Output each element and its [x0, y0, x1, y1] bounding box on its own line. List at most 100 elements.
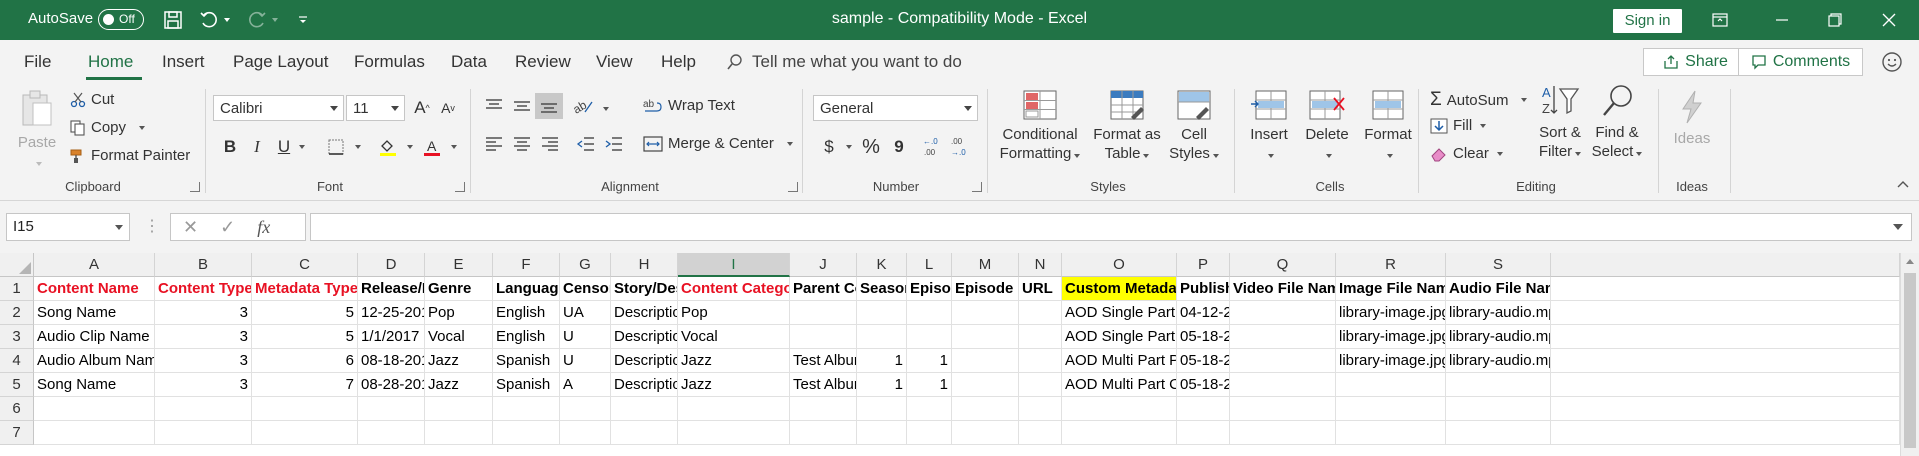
share-button[interactable]: Share: [1643, 48, 1748, 76]
table-cell[interactable]: [952, 325, 1019, 349]
autosave-toggle[interactable]: Off: [98, 9, 144, 30]
column-title-cell[interactable]: Content Category: [678, 277, 790, 301]
table-cell[interactable]: AOD Multi Part Child: [1062, 373, 1177, 397]
cut-button[interactable]: Cut: [70, 91, 114, 108]
table-cell[interactable]: [1230, 373, 1336, 397]
column-title-cell[interactable]: Publish: [1177, 277, 1230, 301]
table-cell[interactable]: 04-12-2019 10:20:03: [1177, 301, 1230, 325]
table-cell[interactable]: [1336, 421, 1446, 445]
orientation-icon[interactable]: ab: [572, 97, 598, 115]
table-cell[interactable]: [952, 421, 1019, 445]
table-cell[interactable]: 6: [252, 349, 358, 373]
table-cell[interactable]: [493, 397, 560, 421]
undo-dropdown-icon[interactable]: [218, 7, 232, 33]
font-launcher-icon[interactable]: [455, 182, 465, 192]
empty-cell[interactable]: [1551, 421, 1900, 445]
table-cell[interactable]: [678, 421, 790, 445]
table-cell[interactable]: library-image.jpg: [1336, 301, 1446, 325]
empty-cell[interactable]: [1551, 373, 1900, 397]
save-icon[interactable]: [160, 7, 186, 33]
number-format-combo[interactable]: General: [813, 95, 978, 121]
table-cell[interactable]: [1336, 397, 1446, 421]
table-cell[interactable]: [560, 421, 611, 445]
table-cell[interactable]: [1177, 397, 1230, 421]
collapse-ribbon-icon[interactable]: [1896, 179, 1910, 189]
table-cell[interactable]: [1062, 397, 1177, 421]
column-header-r[interactable]: R: [1336, 253, 1446, 277]
table-cell[interactable]: library-audio.mp3: [1446, 325, 1551, 349]
column-header-c[interactable]: C: [252, 253, 358, 277]
align-left-icon[interactable]: [484, 135, 504, 153]
table-cell[interactable]: [790, 301, 857, 325]
orientation-dropdown-icon[interactable]: [603, 107, 609, 111]
column-header-m[interactable]: M: [952, 253, 1019, 277]
column-title-cell[interactable]: Video File Name: [1230, 277, 1336, 301]
table-cell[interactable]: Spanish: [493, 349, 560, 373]
underline-dropdown-icon[interactable]: [299, 145, 305, 149]
table-cell[interactable]: [1446, 373, 1551, 397]
table-cell[interactable]: [857, 397, 907, 421]
formula-bar-grip-icon[interactable]: ⋮: [144, 216, 160, 236]
row-header-3[interactable]: 3: [0, 325, 34, 349]
column-header-a[interactable]: A: [34, 253, 155, 277]
tab-review[interactable]: Review: [515, 52, 571, 72]
table-cell[interactable]: 1: [857, 349, 907, 373]
column-title-cell[interactable]: Episod: [907, 277, 952, 301]
empty-cell[interactable]: [1551, 349, 1900, 373]
column-header-s[interactable]: S: [1446, 253, 1551, 277]
table-cell[interactable]: [857, 325, 907, 349]
underline-button[interactable]: U: [272, 135, 296, 159]
tab-file[interactable]: File: [24, 52, 51, 72]
autosum-button[interactable]: Σ AutoSum: [1430, 89, 1528, 111]
table-cell[interactable]: [34, 421, 155, 445]
table-cell[interactable]: [907, 325, 952, 349]
table-cell[interactable]: [1177, 421, 1230, 445]
table-cell[interactable]: Test Album: [790, 373, 857, 397]
confirm-entry-icon[interactable]: ✓: [220, 217, 235, 238]
column-header-j[interactable]: J: [790, 253, 857, 277]
increase-decimal-icon[interactable]: ←.0.00: [922, 135, 946, 159]
table-cell[interactable]: [252, 421, 358, 445]
increase-indent-icon[interactable]: [604, 135, 624, 153]
column-title-cell[interactable]: Story/Desc: [611, 277, 678, 301]
redo-dropdown-icon[interactable]: [266, 7, 280, 33]
table-cell[interactable]: [493, 421, 560, 445]
column-title-cell[interactable]: Image File Name: [1336, 277, 1446, 301]
table-cell[interactable]: [425, 397, 493, 421]
table-cell[interactable]: English: [493, 325, 560, 349]
clear-button[interactable]: Clear: [1430, 145, 1503, 162]
cell-styles-button[interactable]: Cell Styles: [1166, 89, 1222, 163]
table-cell[interactable]: AOD Single Part: [1062, 325, 1177, 349]
formula-input[interactable]: [310, 213, 1912, 241]
row-header-2[interactable]: 2: [0, 301, 34, 325]
row-header-5[interactable]: 5: [0, 373, 34, 397]
italic-button[interactable]: I: [245, 135, 269, 159]
font-color-dropdown-icon[interactable]: [451, 145, 457, 149]
restore-icon[interactable]: [1820, 7, 1850, 33]
currency-dropdown-icon[interactable]: [846, 145, 852, 149]
customize-qat-icon[interactable]: [290, 7, 316, 33]
insert-function-icon[interactable]: fx: [257, 217, 270, 238]
vertical-scrollbar[interactable]: [1900, 253, 1919, 456]
align-right-icon[interactable]: [540, 135, 560, 153]
table-cell[interactable]: [790, 397, 857, 421]
table-cell[interactable]: Pop: [678, 301, 790, 325]
decrease-decimal-icon[interactable]: .00→.0: [950, 135, 974, 159]
table-cell[interactable]: Vocal: [425, 325, 493, 349]
table-cell[interactable]: [1230, 349, 1336, 373]
tab-view[interactable]: View: [596, 52, 633, 72]
font-size-combo[interactable]: 11: [346, 95, 405, 121]
table-cell[interactable]: [34, 397, 155, 421]
tab-home[interactable]: Home: [88, 52, 133, 72]
table-cell[interactable]: UA: [560, 301, 611, 325]
table-cell[interactable]: A: [560, 373, 611, 397]
format-as-table-button[interactable]: Format as Table: [1090, 89, 1164, 163]
table-cell[interactable]: library-image.jpg: [1336, 349, 1446, 373]
format-cells-button[interactable]: Format: [1356, 89, 1420, 163]
borders-icon[interactable]: [324, 135, 348, 159]
column-header-g[interactable]: G: [560, 253, 611, 277]
table-cell[interactable]: [1230, 397, 1336, 421]
delete-cells-button[interactable]: Delete: [1298, 89, 1356, 163]
table-cell[interactable]: 05-18-2019 10:20:03: [1177, 349, 1230, 373]
empty-cell[interactable]: [1551, 277, 1900, 301]
